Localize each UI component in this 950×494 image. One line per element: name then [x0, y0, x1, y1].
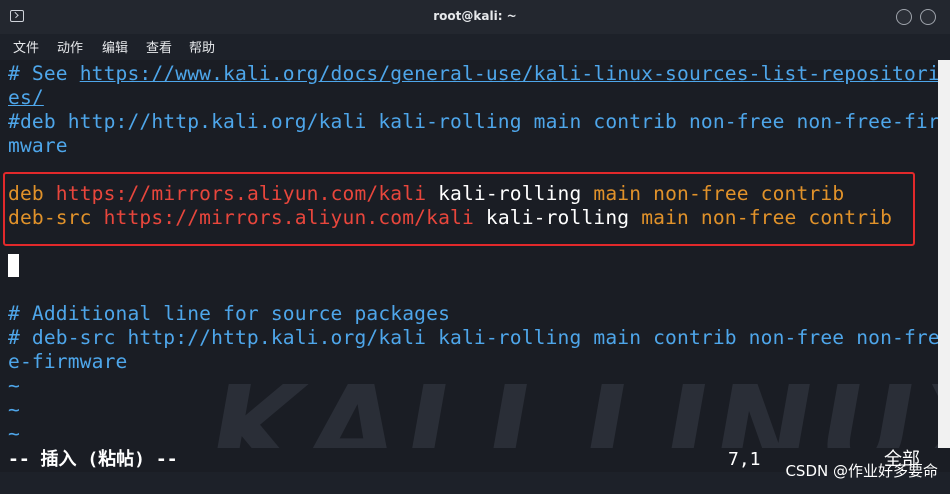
empty-line-marker: ~: [8, 374, 20, 397]
docs-link-continued[interactable]: es/: [8, 86, 44, 109]
menu-action[interactable]: 动作: [57, 37, 83, 56]
footer-bar: CSDN @作业好多要命: [0, 462, 950, 494]
empty-line-marker: ~: [8, 422, 20, 445]
title-bar: root@kali: ~: [0, 0, 950, 34]
menu-bar: 文件 动作 编辑 查看 帮助: [0, 34, 950, 60]
editor-line-9: # deb-src http://http.kali.org/kali kali…: [8, 326, 938, 349]
csdn-watermark: CSDN @作业好多要命: [785, 462, 938, 480]
terminal-window: root@kali: ~ 文件 动作 编辑 查看 帮助 KALI LINUX #…: [0, 0, 950, 494]
window-title: root@kali: ~: [433, 9, 517, 23]
editor-line-4: mware: [8, 134, 68, 157]
minimize-button[interactable]: [896, 9, 912, 25]
editor-line-1: # See https://www.kali.org/docs/general-…: [8, 62, 938, 86]
insert-mode-indicator: -- 插入 (粘帖) --: [8, 449, 178, 470]
kali-watermark: KALI LINUX: [197, 360, 938, 448]
highlight-box: [3, 172, 915, 246]
editor-line-8: # Additional line for source packages: [8, 302, 451, 325]
menu-view[interactable]: 查看: [146, 37, 172, 56]
line-comment: # See: [8, 62, 80, 85]
editor-line-10: e-firmware: [8, 350, 128, 373]
docs-link[interactable]: https://www.kali.org/docs/general-use/ka…: [80, 62, 938, 85]
menu-help[interactable]: 帮助: [189, 37, 215, 56]
menu-file[interactable]: 文件: [13, 37, 39, 56]
editor-line-3: #deb http://http.kali.org/kali kali-roll…: [8, 110, 938, 133]
text-cursor: [8, 254, 19, 277]
menu-edit[interactable]: 编辑: [102, 37, 128, 56]
empty-line-marker: ~: [8, 398, 20, 421]
cursor-position: 7,1: [728, 449, 761, 470]
close-button[interactable]: [920, 9, 936, 25]
vertical-scrollbar[interactable]: [938, 60, 950, 448]
editor-area[interactable]: KALI LINUX # See https://www.kali.org/do…: [0, 60, 938, 448]
editor-line-2: es/: [8, 86, 44, 110]
